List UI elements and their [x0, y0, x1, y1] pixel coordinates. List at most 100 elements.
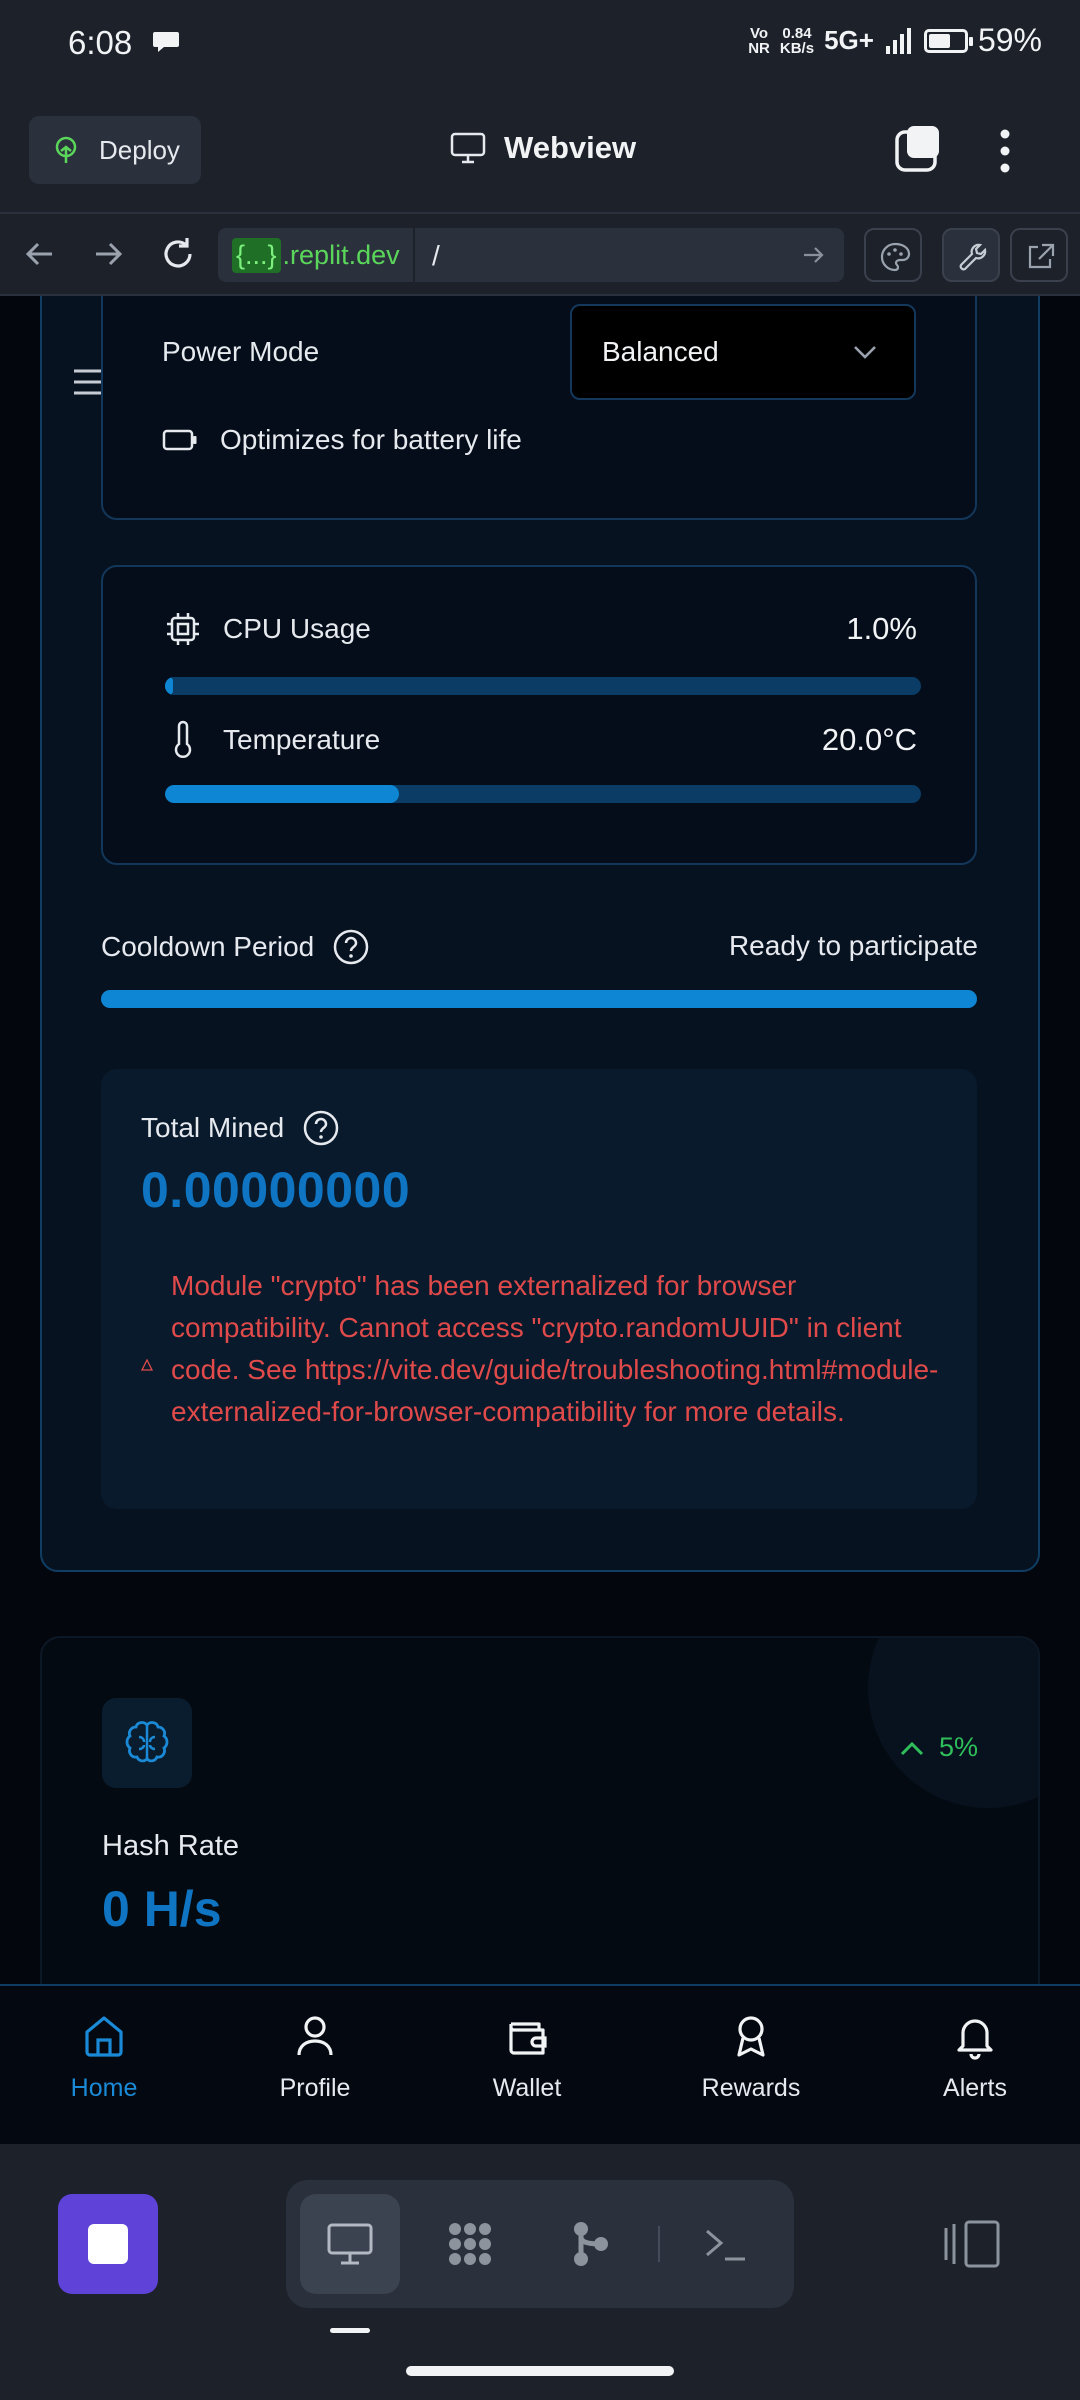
award-icon [737, 2016, 765, 2057]
network-speed: 0.84 KB/s [779, 24, 815, 57]
webview-title-label: Webview [504, 130, 637, 165]
temperature-value: 20.0°C [821, 722, 917, 757]
nav-label-alerts: Alerts [943, 2074, 1007, 2102]
temperature-label: Temperature [223, 724, 381, 755]
url-domain-host: .replit.dev [282, 239, 400, 270]
more-options-icon[interactable] [990, 126, 1020, 176]
app-bottom-nav: Home Profile Wallet Rewards Alerts [0, 1984, 1080, 2144]
hash-rate-value: 0 H/s [102, 1881, 222, 1937]
signal-icon [885, 27, 911, 54]
cpu-usage-bar [165, 677, 921, 695]
replit-toolbar [0, 2144, 1080, 2400]
nav-item-home[interactable]: Home [29, 2012, 179, 2122]
battery-icon [923, 28, 973, 53]
message-notification-icon [153, 32, 179, 52]
forward-arrow-icon[interactable] [88, 234, 128, 274]
url-divider [413, 228, 415, 282]
url-domain-brace: {...} [232, 237, 281, 273]
go-arrow-icon[interactable] [800, 242, 826, 268]
chevron-down-icon [854, 346, 876, 359]
shell-tool-button[interactable] [676, 2194, 776, 2294]
home-icon [85, 2016, 123, 2057]
brain-icon [125, 1721, 169, 1763]
active-tool-indicator [330, 2328, 370, 2333]
wallet-icon [509, 2022, 547, 2055]
battery-percent: 59% [977, 22, 1042, 58]
nav-item-rewards[interactable]: Rewards [676, 2012, 826, 2122]
workflow-tool-button[interactable] [420, 2194, 520, 2294]
total-mined-label-group: Total Mined [141, 1109, 340, 1147]
cooldown-progress-bar [101, 990, 977, 1008]
url-domain: {...} .replit.dev [228, 235, 406, 275]
user-icon [297, 2016, 333, 2056]
system-stats-card: CPU Usage 1.0% Temperature 20.0°C [101, 565, 977, 865]
help-circle-icon[interactable] [332, 928, 370, 966]
url-path-input[interactable]: / [432, 240, 440, 272]
nav-item-profile[interactable]: Profile [240, 2012, 390, 2122]
panel-layout-icon[interactable] [942, 2216, 1002, 2272]
cooldown-label: Cooldown Period [101, 931, 315, 962]
bell-icon [957, 2019, 993, 2060]
nav-label-home: Home [70, 2074, 138, 2102]
power-mode-hint: Optimizes for battery life [162, 424, 522, 456]
hash-rate-trend-value: 5% [938, 1732, 978, 1762]
help-circle-icon[interactable] [302, 1109, 340, 1147]
warning-triangle-icon [141, 1359, 153, 1371]
open-external-button[interactable] [1010, 228, 1068, 282]
palette-button[interactable] [864, 228, 922, 282]
workflow-icon [449, 2223, 491, 2265]
temperature-row: Temperature 20.0°C [165, 720, 917, 760]
stop-button[interactable] [58, 2194, 158, 2294]
tool-switcher [286, 2180, 794, 2308]
decorative-glow [868, 1638, 1038, 1808]
power-mode-hint-text: Optimizes for battery life [220, 424, 522, 455]
network-type: 5G+ [824, 25, 874, 55]
back-arrow-icon[interactable] [20, 234, 60, 274]
nav-item-alerts[interactable]: Alerts [900, 2012, 1050, 2122]
url-field[interactable]: {...} .replit.dev / [218, 228, 844, 282]
webview-tool-button[interactable] [300, 2194, 400, 2294]
battery-outline-icon [162, 429, 197, 451]
monitor-icon [327, 2223, 373, 2265]
cpu-usage-label: CPU Usage [223, 613, 371, 644]
hash-rate-label: Hash Rate [102, 1830, 240, 1862]
temperature-bar [165, 785, 921, 803]
reload-icon[interactable] [158, 234, 198, 274]
nav-label-rewards: Rewards [701, 2074, 801, 2102]
nav-item-wallet[interactable]: Wallet [452, 2012, 602, 2122]
total-mined-card: Total Mined 0.00000000 Module "crypto" h… [101, 1069, 977, 1509]
deploy-icon [55, 136, 77, 163]
replit-header: Deploy Webview [0, 88, 1080, 214]
cooldown-status: Ready to participate [728, 930, 978, 961]
devtools-button[interactable] [942, 228, 1000, 282]
brain-icon-box [102, 1698, 192, 1788]
volte-indicator: Vo NR [748, 24, 770, 57]
terminal-icon [706, 2229, 745, 2261]
status-time: 6:08 [68, 24, 133, 61]
palette-icon [880, 242, 911, 272]
webview-content: Power Mode Balanced Optimizes for batter… [0, 296, 1080, 2144]
deploy-button[interactable]: Deploy [29, 116, 201, 184]
cpu-usage-row: CPU Usage 1.0% [165, 611, 917, 647]
wrench-icon [959, 243, 987, 271]
tool-divider [658, 2226, 660, 2262]
cpu-usage-bar-fill [165, 677, 173, 695]
power-mode-select[interactable]: Balanced [570, 304, 916, 400]
tabs-switcher-icon[interactable] [893, 124, 943, 174]
hash-rate-trend: 5% [899, 1732, 978, 1763]
git-branch-icon [574, 2222, 608, 2266]
cpu-usage-value: 1.0% [846, 611, 917, 646]
thermometer-icon [174, 720, 192, 758]
status-indicators: Vo NR 0.84 KB/s 5G+ 59% [748, 22, 1042, 59]
error-message: Module "crypto" has been externalized fo… [171, 1270, 939, 1427]
external-link-icon [1028, 243, 1055, 269]
git-tool-button[interactable] [540, 2194, 640, 2294]
webview-tab-title[interactable]: Webview [450, 130, 636, 166]
total-mined-value: 0.00000000 [141, 1162, 411, 1218]
gesture-home-indicator[interactable] [406, 2366, 674, 2376]
power-mode-selected: Balanced [602, 336, 719, 367]
chevron-up-icon [900, 1741, 924, 1755]
cooldown-label-group: Cooldown Period [101, 928, 370, 966]
monitor-icon [450, 132, 486, 164]
nav-label-profile: Profile [279, 2074, 351, 2102]
